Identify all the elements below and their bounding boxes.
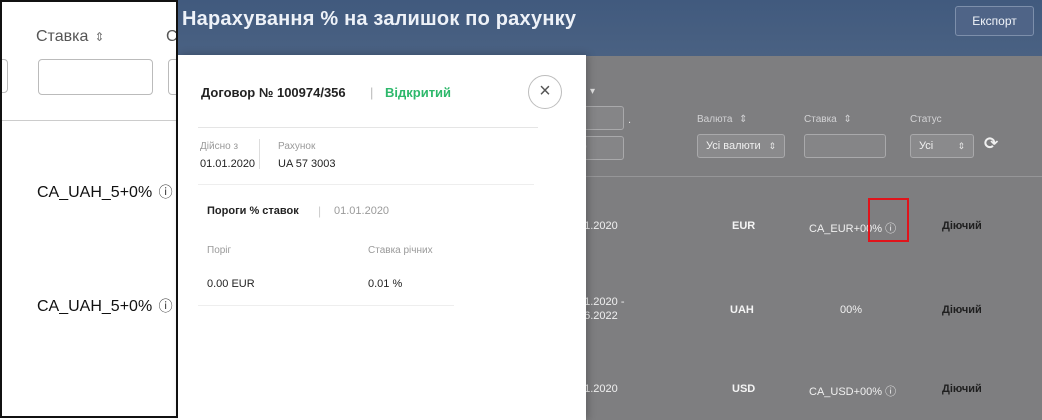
info-icon[interactable]: ⓘ: [885, 386, 896, 398]
chevron-down-icon[interactable]: ▾: [590, 86, 595, 97]
rate-cell: CA_UAH_5+0% ⓘ: [37, 296, 173, 316]
header-divider: [2, 120, 176, 121]
valid-from-value: 01.01.2020: [200, 158, 256, 170]
rate-cell-text: CA_UAH_5+0%: [37, 298, 153, 315]
annual-rate-column-header: Ставка річних: [368, 245, 433, 256]
modal-title: Договор № 100974/356: [201, 85, 346, 100]
valid-from-label: Дійсно з: [200, 141, 239, 152]
title-separator: |: [370, 85, 374, 100]
currency-cell: USD: [732, 383, 756, 395]
status-select[interactable]: Усі ⇕: [910, 134, 974, 158]
rate-cell-text: CA_UAH_5+0%: [37, 184, 153, 201]
highlight-box: [868, 198, 909, 242]
clipped-filter-input-left[interactable]: [2, 59, 8, 93]
info-icon[interactable]: ⓘ: [159, 184, 173, 200]
rate-column-header[interactable]: Ставка ⇕: [36, 28, 104, 46]
rate-cell: 00%: [840, 304, 863, 316]
rate-cell: CA_USD+00% ⓘ: [809, 383, 896, 399]
select-caret-icon: ⇕: [957, 141, 965, 151]
close-button[interactable]: ×: [528, 75, 562, 109]
currency-select-value: Усі валюти: [706, 140, 761, 152]
status-filter-label: Статус: [910, 114, 942, 125]
status-cell: Діючий: [942, 304, 982, 316]
rate-cell-text: CA_USD+00%: [809, 386, 883, 398]
info-icon[interactable]: ⓘ: [159, 298, 173, 314]
annual-rate-value: 0.01 %: [368, 278, 403, 290]
modal-divider: [198, 184, 534, 185]
account-value: UA 57 3003: [278, 158, 336, 170]
select-caret-icon: ⇕: [768, 141, 776, 151]
sort-icon[interactable]: ⇕: [94, 30, 104, 44]
sort-icon[interactable]: ⇕: [739, 114, 747, 125]
currency-cell: EUR: [732, 220, 756, 232]
currency-select[interactable]: Усі валюти ⇕: [697, 134, 785, 158]
status-cell: Діючий: [942, 220, 982, 232]
zoomed-column-panel: Ставка ⇕ С CA_UAH_5+0% ⓘ CA_UAH_5+0% ⓘ: [0, 0, 178, 418]
rate-filter-input[interactable]: [38, 59, 153, 95]
rate-filter-label: Ставка ⇕: [804, 114, 852, 125]
currency-filter-label-text: Валюта: [697, 114, 733, 125]
currency-filter-label: Валюта ⇕: [697, 114, 748, 125]
modal-divider: [198, 305, 454, 306]
thresholds-date: 01.01.2020: [334, 205, 390, 217]
clipped-next-column-header: С: [166, 28, 178, 45]
threshold-value: 0.00 EUR: [207, 278, 255, 290]
currency-cell: UAH: [730, 304, 754, 316]
page-title: Нарахування % на залишок по рахунку: [182, 8, 577, 30]
status-cell: Діючий: [942, 383, 982, 395]
field-divider: [259, 139, 260, 169]
date-separator: .: [628, 114, 632, 126]
rate-filter-label-text: Ставка: [804, 114, 837, 125]
modal-divider: [198, 127, 538, 128]
export-button[interactable]: Експорт: [955, 6, 1034, 36]
status-badge: Відкритий: [385, 85, 452, 100]
contract-details-modal: Договор № 100974/356 | Відкритий × Дійсн…: [178, 55, 586, 420]
rate-cell: CA_UAH_5+0% ⓘ: [37, 182, 173, 202]
thresholds-title: Пороги % ставок: [207, 205, 299, 217]
threshold-column-header: Поріг: [207, 245, 232, 256]
refresh-icon[interactable]: ⟳: [984, 134, 998, 154]
sort-icon[interactable]: ⇕: [844, 114, 852, 125]
rate-column-header-label: Ставка: [36, 28, 89, 45]
thresholds-separator: |: [318, 204, 322, 218]
rate-filter-input[interactable]: [804, 134, 886, 158]
account-label: Рахунок: [278, 141, 316, 152]
close-icon: ×: [539, 80, 551, 102]
status-select-value: Усі: [919, 140, 934, 152]
clipped-filter-input-right[interactable]: [168, 59, 176, 95]
